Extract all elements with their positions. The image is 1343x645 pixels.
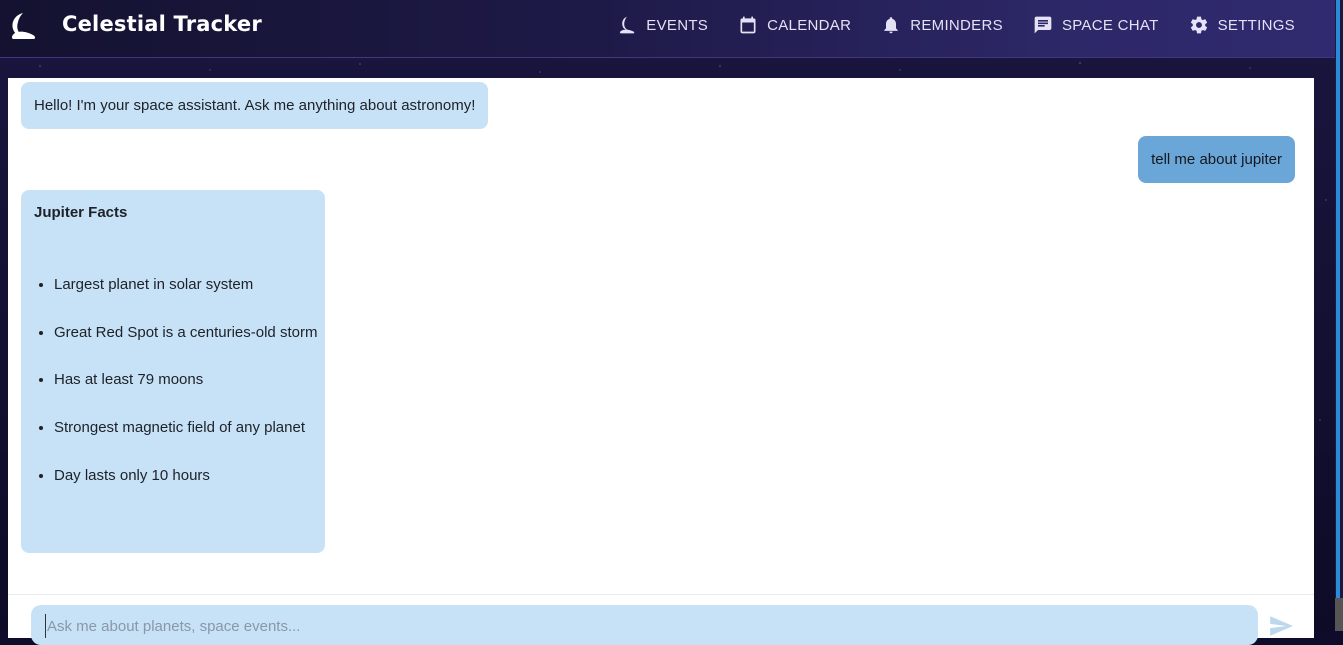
list-item: Day lasts only 10 hours (54, 467, 317, 515)
send-button[interactable] (1268, 613, 1294, 639)
list-item: Strongest magnetic field of any planet (54, 419, 317, 467)
chat-panel: Hello! I'm your space assistant. Ask me … (8, 78, 1314, 645)
assistant-response: Jupiter Facts Largest planet in solar sy… (21, 190, 325, 553)
list-item: Largest planet in solar system (54, 276, 317, 324)
user-message: tell me about jupiter (1138, 136, 1295, 183)
nav-reminders-label: REMINDERS (910, 16, 1003, 34)
list-item: Has at least 79 moons (54, 371, 317, 419)
calendar-icon (740, 16, 756, 34)
assistant-message: Hello! I'm your space assistant. Ask me … (21, 82, 489, 129)
nav-settings[interactable]: SETTINGS (1189, 15, 1295, 35)
top-bar: Celestial Tracker EVENTS CALENDAR REMIND… (0, 0, 1343, 58)
gear-icon (1190, 16, 1207, 34)
nav-events-label: EVENTS (646, 16, 709, 34)
user-message-text: tell me about jupiter (1151, 151, 1282, 168)
moon-icon (620, 16, 635, 34)
chat-input[interactable] (45, 614, 1239, 638)
main-nav: EVENTS CALENDAR REMINDERS SPACE CHAT SET… (587, 0, 1295, 50)
message-list: Hello! I'm your space assistant. Ask me … (8, 78, 1314, 594)
nav-space-chat[interactable]: SPACE CHAT (1033, 15, 1159, 35)
nav-events[interactable]: EVENTS (617, 15, 708, 35)
input-divider (8, 594, 1314, 595)
scrollbar-thumb[interactable] (1335, 598, 1343, 631)
nav-reminders[interactable]: REMINDERS (881, 15, 1003, 35)
nav-calendar[interactable]: CALENDAR (738, 15, 851, 35)
nav-space-chat-label: SPACE CHAT (1061, 16, 1159, 34)
list-item: Great Red Spot is a centuries-old storm (54, 324, 317, 372)
greeting-text: Hello! I'm your space assistant. Ask me … (34, 97, 476, 114)
bell-icon (884, 17, 898, 34)
send-icon (1270, 616, 1293, 636)
response-title: Jupiter Facts (34, 204, 128, 221)
nav-calendar-label: CALENDAR (767, 16, 852, 34)
moon-logo-icon (11, 13, 36, 39)
nav-settings-label: SETTINGS (1217, 16, 1295, 34)
chat-input-container (31, 605, 1258, 645)
scrollbar-edge (1336, 0, 1340, 600)
facts-list: Largest planet in solar system Great Red… (34, 276, 317, 514)
app-title: Celestial Tracker (62, 12, 262, 36)
chat-icon (1034, 16, 1052, 34)
